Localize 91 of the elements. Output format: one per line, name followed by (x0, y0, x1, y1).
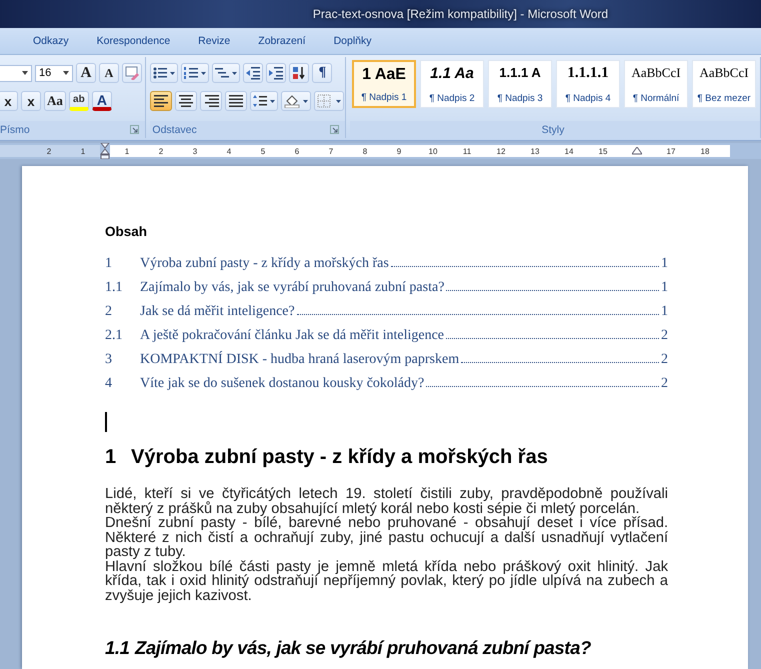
ruler-number: 18 (700, 146, 710, 156)
subscript-button[interactable]: x (0, 91, 18, 111)
toc-page-number: 1 (661, 304, 668, 320)
align-button[interactable] (175, 91, 198, 111)
shrink-font-button[interactable]: A (99, 63, 119, 83)
ruler-number: 4 (226, 146, 232, 156)
align-button[interactable] (150, 91, 172, 111)
ribbon-tab[interactable]: Revize (185, 32, 244, 50)
toc-entry[interactable]: Jak se dá měřit inteligence? (140, 304, 295, 320)
toc-page-number: 1 (661, 256, 668, 272)
multilevel-list-icon (215, 66, 238, 80)
right-indent-marker-icon[interactable] (632, 147, 642, 155)
toc-page-number: 1 (661, 280, 668, 296)
sort-button[interactable] (289, 63, 310, 83)
increase-indent-button[interactable] (266, 63, 286, 83)
ribbon-tab[interactable]: Odkazy (20, 32, 82, 50)
toc-number: 1.1 (105, 280, 124, 296)
toc-entry[interactable]: Výroba zubní pasty - z křídy a mořských řas (140, 256, 389, 272)
line-spacing-button[interactable] (250, 91, 278, 111)
highlight-button[interactable]: ab (68, 91, 89, 111)
decrease-indent-button[interactable] (243, 63, 264, 83)
window-title: Prac-text-osnova [Režim kompatibility] - Microsoft Word (312, 7, 608, 21)
toc-number: 3 (105, 352, 113, 368)
bullets-button[interactable] (150, 63, 178, 83)
clear-formatting-button[interactable] (122, 63, 142, 83)
ruler-number: 5 (260, 146, 266, 156)
toc-page-number: 2 (661, 328, 668, 344)
style-item[interactable]: 1 AaE ¶ Nadpis 1 (352, 60, 416, 108)
ruler-number: 17 (666, 146, 676, 156)
heading-text: Výroba zubní pasty - z křídy a mořských řas (131, 446, 548, 469)
ribbon-tab[interactable]: Zobrazení (245, 32, 319, 50)
toc-entry[interactable]: A ještě pokračování článku Jak se dá měřit inteligence (140, 328, 444, 344)
numbering-button[interactable] (181, 63, 210, 83)
style-item[interactable]: 1.1.1 A ¶ Nadpis 3 (488, 60, 552, 108)
toc-number: 2.1 (105, 328, 124, 344)
ribbon-tab[interactable]: Doplňky (320, 32, 384, 50)
text-cursor (105, 412, 107, 432)
group-label: Písmo (0, 124, 30, 136)
ruler-number: 9 (396, 146, 402, 156)
toc-entry[interactable]: KOMPAKTNÍ DISK - hudba hraná laserovým paprskem (140, 352, 460, 368)
heading-text: Zajímalo by vás, jak se vyrábí pruhovaná zubní pasta? (135, 637, 591, 659)
ruler-number: 13 (530, 146, 540, 156)
grow-font-button[interactable]: A (76, 63, 96, 83)
dropdown-icon (22, 71, 28, 75)
style-item[interactable]: 1.1.1.1 ¶ Nadpis 4 (556, 60, 620, 108)
ribbon-tab[interactable]: Korespondence (84, 32, 184, 50)
ruler-number: 2 (158, 146, 164, 156)
paragraph: Lidé, kteří si ve čtyřicátých letech 19. století čistili zuby, pravděpodobně používali některý z prášků na zuby obsahující mletý korál nebo kosti sépie či mletý porcelán. (105, 487, 668, 516)
change-case-button[interactable]: Aa (44, 91, 66, 111)
indent-marker-icon[interactable] (100, 143, 110, 159)
multilevel-list-button[interactable] (212, 63, 240, 83)
ruler-number: 10 (428, 146, 438, 156)
toc-page-number: 2 (661, 376, 668, 392)
toc-entry[interactable]: Víte jak se do sušenek dostanou kousky čokolády? (140, 376, 424, 392)
group-label: Odstavec (152, 124, 197, 136)
group-label: Styly (542, 124, 564, 136)
toc-heading: Obsah (105, 224, 148, 239)
font-size-field[interactable]: 16 (35, 64, 73, 82)
style-item[interactable]: AaBbCcI ¶ Normální (624, 60, 688, 108)
dialog-launcher-icon[interactable] (330, 125, 339, 134)
style-item[interactable]: AaBbCcI ¶ Bez mezer (692, 60, 756, 108)
heading-number: 1.1 (105, 637, 131, 659)
ruler-number: 1 (124, 146, 130, 156)
show-marks-button[interactable]: ¶ (312, 63, 332, 83)
align-button[interactable] (200, 91, 222, 111)
font-color-button[interactable]: A (92, 91, 112, 111)
ruler-number: 8 (362, 146, 368, 156)
font-name-field[interactable] (0, 64, 32, 82)
toc-entry[interactable]: Zajímalo by vás, jak se vyrábí pruhovaná zubní pasta? (140, 280, 444, 296)
paragraph: Hlavní složkou bílé části pasty je jemně mletá křída nebo práškový oxit hlinitý. Jak křída, tak i oxid hlinitý odstraňují nepříjemný povlak, který po jídle ulpívá na zubech a zvyšuje jejich kazivost. (105, 560, 668, 603)
ruler-number: 14 (564, 146, 574, 156)
heading-number: 1 (105, 446, 118, 469)
shading-button[interactable] (281, 91, 312, 111)
dropdown-icon (63, 71, 69, 75)
superscript-button[interactable]: x (21, 91, 41, 111)
toc-number: 2 (105, 304, 113, 320)
ruler-number: 1 (80, 146, 86, 156)
dialog-launcher-icon[interactable] (130, 125, 140, 134)
align-button[interactable] (225, 91, 248, 111)
ruler-number: 2 (46, 146, 52, 156)
ruler-number: 7 (328, 146, 334, 156)
ruler-number: 15 (598, 146, 608, 156)
style-item[interactable]: 1.1 Aa ¶ Nadpis 2 (420, 60, 484, 108)
toc-page-number: 2 (661, 352, 668, 368)
ruler-number: 3 (192, 146, 198, 156)
ruler-number: 6 (294, 146, 300, 156)
toc-number: 4 (105, 376, 113, 392)
ruler-number: 11 (462, 146, 472, 156)
paragraph: Dnešní zubní pasty - bílé, barevné nebo pruhované - obsahují deset i více přísad. Některé z nich čistí a ochraňují zuby, jiné pastu ochucují a další usnadňují vytlačení pasty z tuby. (105, 516, 668, 560)
ruler-number: 12 (496, 146, 506, 156)
toc-number: 1 (105, 256, 113, 272)
